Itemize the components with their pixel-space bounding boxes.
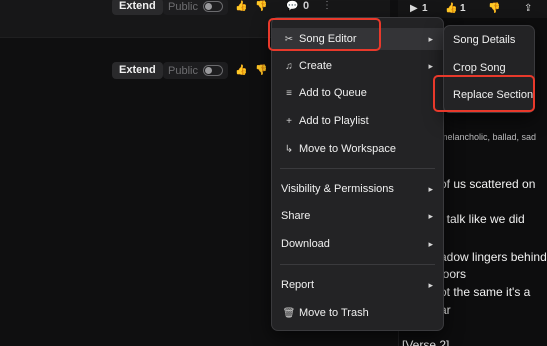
toggle-switch[interactable] [202,1,223,12]
music-note-icon: ♫ [285,60,293,72]
thumbs-up-icon[interactable]: 👍 [445,3,457,15]
lyric-line: ot the same it's a [440,285,531,299]
thumbs-up-icon[interactable]: 👍 [235,1,247,13]
thumbs-up-icon[interactable]: 👍 [235,65,247,77]
menu-divider [280,168,435,169]
menu-item-report[interactable]: Report ▸ [272,274,443,296]
share-icon[interactable]: ⇪ [524,3,532,15]
submenu-item-crop-song[interactable]: Crop Song [453,62,506,74]
thumbs-down-icon[interactable]: 👎 [255,1,267,13]
extend-button[interactable]: Extend [112,0,163,15]
extend-button[interactable]: Extend [112,62,163,79]
queue-icon: ≡ [286,87,292,99]
context-menu: ✂ Song Editor ▸ ♫ Create ▸ ≡ Add to Queu… [271,17,444,331]
play-count: 1 [422,3,428,14]
lyric-line: of us scattered on [440,177,536,191]
thumbs-down-icon[interactable]: 👎 [255,65,267,77]
highlight-box-replace-section [433,75,535,112]
comment-count: 0 [303,0,310,12]
public-label: Public [168,0,198,13]
chevron-right-icon: ▸ [428,60,433,71]
chevron-right-icon: ▸ [428,183,433,194]
move-arrow-icon: ↳ [284,143,294,155]
menu-item-visibility-permissions[interactable]: Visibility & Permissions ▸ [272,178,443,200]
chevron-right-icon: ▸ [428,238,433,249]
song-tags: melancholic, ballad, sad [440,132,537,142]
public-label: Public [168,64,198,77]
lyric-line: t talk like we did [440,212,525,226]
public-toggle[interactable]: Public [163,62,228,79]
comment-icon[interactable]: 💬 [286,1,298,13]
like-count: 1 [460,3,466,14]
menu-item-download[interactable]: Download ▸ [272,233,443,255]
chevron-right-icon: ▸ [428,210,433,221]
more-vertical-icon[interactable]: ⋮ [322,0,332,12]
menu-item-add-to-queue[interactable]: ≡ Add to Queue [272,82,443,104]
play-icon[interactable]: ▶ [410,3,418,15]
public-toggle[interactable]: Public [163,0,228,15]
lyric-section-heading: [Verse 2] [402,338,450,346]
chevron-right-icon: ▸ [428,33,433,44]
menu-item-share[interactable]: Share ▸ [272,205,443,227]
menu-item-add-to-playlist[interactable]: + Add to Playlist [272,110,443,132]
menu-item-move-to-trash[interactable]: 🗑 Move to Trash [272,302,443,324]
chevron-right-icon: ▸ [428,279,433,290]
menu-divider [280,264,435,265]
plus-icon: + [286,115,292,127]
toggle-switch[interactable] [202,65,223,76]
menu-item-move-to-workspace[interactable]: ↳ Move to Workspace [272,138,443,160]
lyric-line: adow lingers behind [440,250,547,264]
submenu-item-song-details[interactable]: Song Details [453,34,515,46]
highlight-box-song-editor [268,18,381,51]
trash-icon: 🗑 [282,307,296,319]
thumbs-down-icon[interactable]: 👎 [488,3,500,15]
menu-item-create[interactable]: ♫ Create ▸ [272,55,443,77]
